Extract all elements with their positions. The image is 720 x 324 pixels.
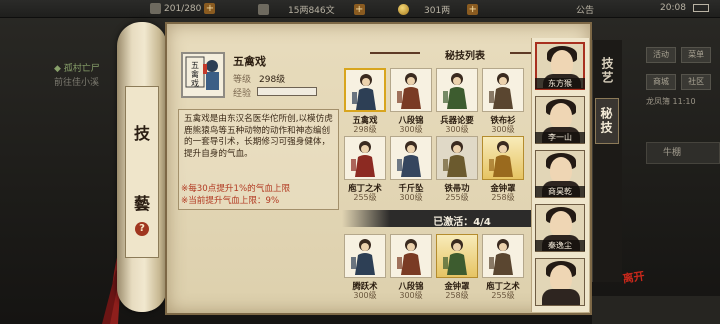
character-name: 李一山 bbox=[535, 132, 585, 143]
svg-text:戏: 戏 bbox=[191, 78, 199, 88]
quest-title: ◆ 孤村亡尸 bbox=[54, 64, 100, 74]
skill-card[interactable] bbox=[482, 68, 524, 112]
silver-counter: 15两846文 + bbox=[258, 3, 365, 16]
skill-card[interactable] bbox=[390, 234, 432, 278]
scroll-roller: 技 藝 ? bbox=[117, 22, 167, 312]
effect-line-1: ※每30点提升1%的气血上限 bbox=[181, 184, 291, 194]
energy-counter: 201/280 + bbox=[150, 3, 216, 14]
character-portrait[interactable] bbox=[535, 258, 585, 306]
skill-figure-icon bbox=[489, 141, 513, 177]
top-status-bar: 201/280 + 15两846文 + 301两 + 公告 20:08 bbox=[0, 0, 720, 18]
silver-value: 15两846文 bbox=[288, 6, 335, 16]
skill-card[interactable] bbox=[344, 136, 386, 180]
exp-label: 经验 bbox=[233, 89, 252, 99]
add-silver-button[interactable]: + bbox=[353, 4, 365, 15]
silver-icon bbox=[258, 4, 269, 15]
quest-subtitle: 前往佳小溪 bbox=[54, 78, 100, 88]
description-text: 五禽戏是由东汉名医华佗所创,以模仿虎鹿熊猿鸟等五种动物的动作和神态编创的一套导引… bbox=[184, 114, 333, 159]
community-button[interactable]: 社区 bbox=[681, 74, 712, 90]
shop-button[interactable]: 商城 bbox=[646, 74, 676, 90]
exp-bar bbox=[257, 87, 317, 96]
face-shape bbox=[550, 211, 572, 237]
character-name: 东方猴 bbox=[535, 78, 585, 89]
face-shape bbox=[550, 265, 572, 291]
skill-figure-icon bbox=[443, 141, 467, 177]
background-menu: 活动 菜单 商城 社区 bbox=[646, 42, 720, 96]
add-gold-button[interactable]: + bbox=[467, 4, 479, 15]
skill-card-level: 300级 bbox=[491, 125, 515, 134]
face-shape bbox=[550, 157, 572, 183]
effect-line-2: ※当前提升气血上限：9% bbox=[181, 196, 280, 206]
background-location-panel: 牛棚 bbox=[646, 142, 720, 164]
energy-icon bbox=[150, 3, 161, 14]
energy-value: 201/280 bbox=[164, 3, 202, 14]
tab-secret-skills[interactable]: 秘技 bbox=[595, 98, 619, 144]
skill-figure-icon bbox=[489, 73, 513, 109]
skill-card[interactable] bbox=[482, 136, 524, 180]
skill-book-icon: 五 禽 戏 bbox=[185, 56, 219, 90]
svg-text:五: 五 bbox=[191, 61, 199, 70]
skill-card-level: 255级 bbox=[491, 291, 515, 300]
menu-button[interactable]: 菜单 bbox=[681, 47, 712, 63]
skill-figure-icon bbox=[397, 239, 421, 275]
skill-card[interactable] bbox=[482, 234, 524, 278]
face-shape bbox=[551, 50, 573, 76]
skill-card[interactable] bbox=[436, 136, 478, 180]
skill-card[interactable] bbox=[344, 68, 386, 112]
gold-counter: 301两 + bbox=[398, 3, 479, 16]
time-value: 20:08 bbox=[660, 3, 686, 13]
active-count: 已激活：4/4 bbox=[433, 217, 491, 228]
svg-text:禽: 禽 bbox=[191, 69, 199, 79]
skill-figure-icon bbox=[397, 141, 421, 177]
gold-value: 301两 bbox=[424, 6, 451, 16]
roller-title-bottom: 藝 bbox=[133, 194, 150, 213]
gold-coin-icon bbox=[398, 4, 409, 15]
close-button[interactable]: 离开 bbox=[618, 270, 652, 304]
notice-button[interactable]: 公告 bbox=[576, 3, 594, 16]
face-shape bbox=[550, 103, 572, 129]
character-name: 商昊乾 bbox=[535, 186, 585, 197]
skill-card[interactable] bbox=[390, 68, 432, 112]
skill-list-title: 秘技列表 bbox=[445, 51, 485, 62]
notice-label: 公告 bbox=[576, 6, 595, 16]
skill-figure-icon bbox=[397, 73, 421, 109]
skill-figure-icon bbox=[443, 239, 467, 275]
level-value: 298级 bbox=[259, 75, 286, 85]
tab-skills[interactable]: 技艺 bbox=[595, 48, 619, 94]
game-screen: 201/280 + 15两846文 + 301两 + 公告 20:08 ◆ 孤村… bbox=[0, 0, 720, 324]
level-label: 等级 bbox=[233, 75, 252, 85]
help-icon[interactable]: ? bbox=[135, 222, 149, 236]
selected-skill-icon: 五 禽 戏 bbox=[181, 52, 225, 98]
skill-figure-icon bbox=[352, 74, 376, 110]
skill-card[interactable] bbox=[436, 234, 478, 278]
skill-name: 五禽戏 bbox=[233, 55, 266, 68]
battery-icon bbox=[692, 4, 709, 12]
skill-card[interactable] bbox=[390, 136, 432, 180]
bottom-strip bbox=[592, 296, 720, 324]
skill-card-level: 258级 bbox=[491, 193, 515, 202]
roller-title-top: 技 bbox=[133, 124, 150, 143]
skill-figure-icon bbox=[489, 239, 513, 275]
activity-button[interactable]: 活动 bbox=[646, 47, 676, 63]
quest-tracker[interactable]: ◆ 孤村亡尸 前往佳小溪 bbox=[54, 62, 100, 90]
skill-figure-icon bbox=[351, 141, 375, 177]
skill-card[interactable] bbox=[344, 234, 386, 278]
skill-card[interactable] bbox=[436, 68, 478, 112]
header-divider-left bbox=[370, 52, 420, 54]
skill-figure-icon bbox=[443, 73, 467, 109]
character-name: 秦逸尘 bbox=[535, 240, 585, 251]
background-ranking-row: 龙凤簿 11:10 bbox=[646, 97, 696, 106]
skill-figure-icon bbox=[351, 239, 375, 275]
body-shape bbox=[542, 289, 580, 305]
add-energy-button[interactable]: + bbox=[204, 3, 216, 14]
clock: 20:08 bbox=[660, 3, 709, 13]
